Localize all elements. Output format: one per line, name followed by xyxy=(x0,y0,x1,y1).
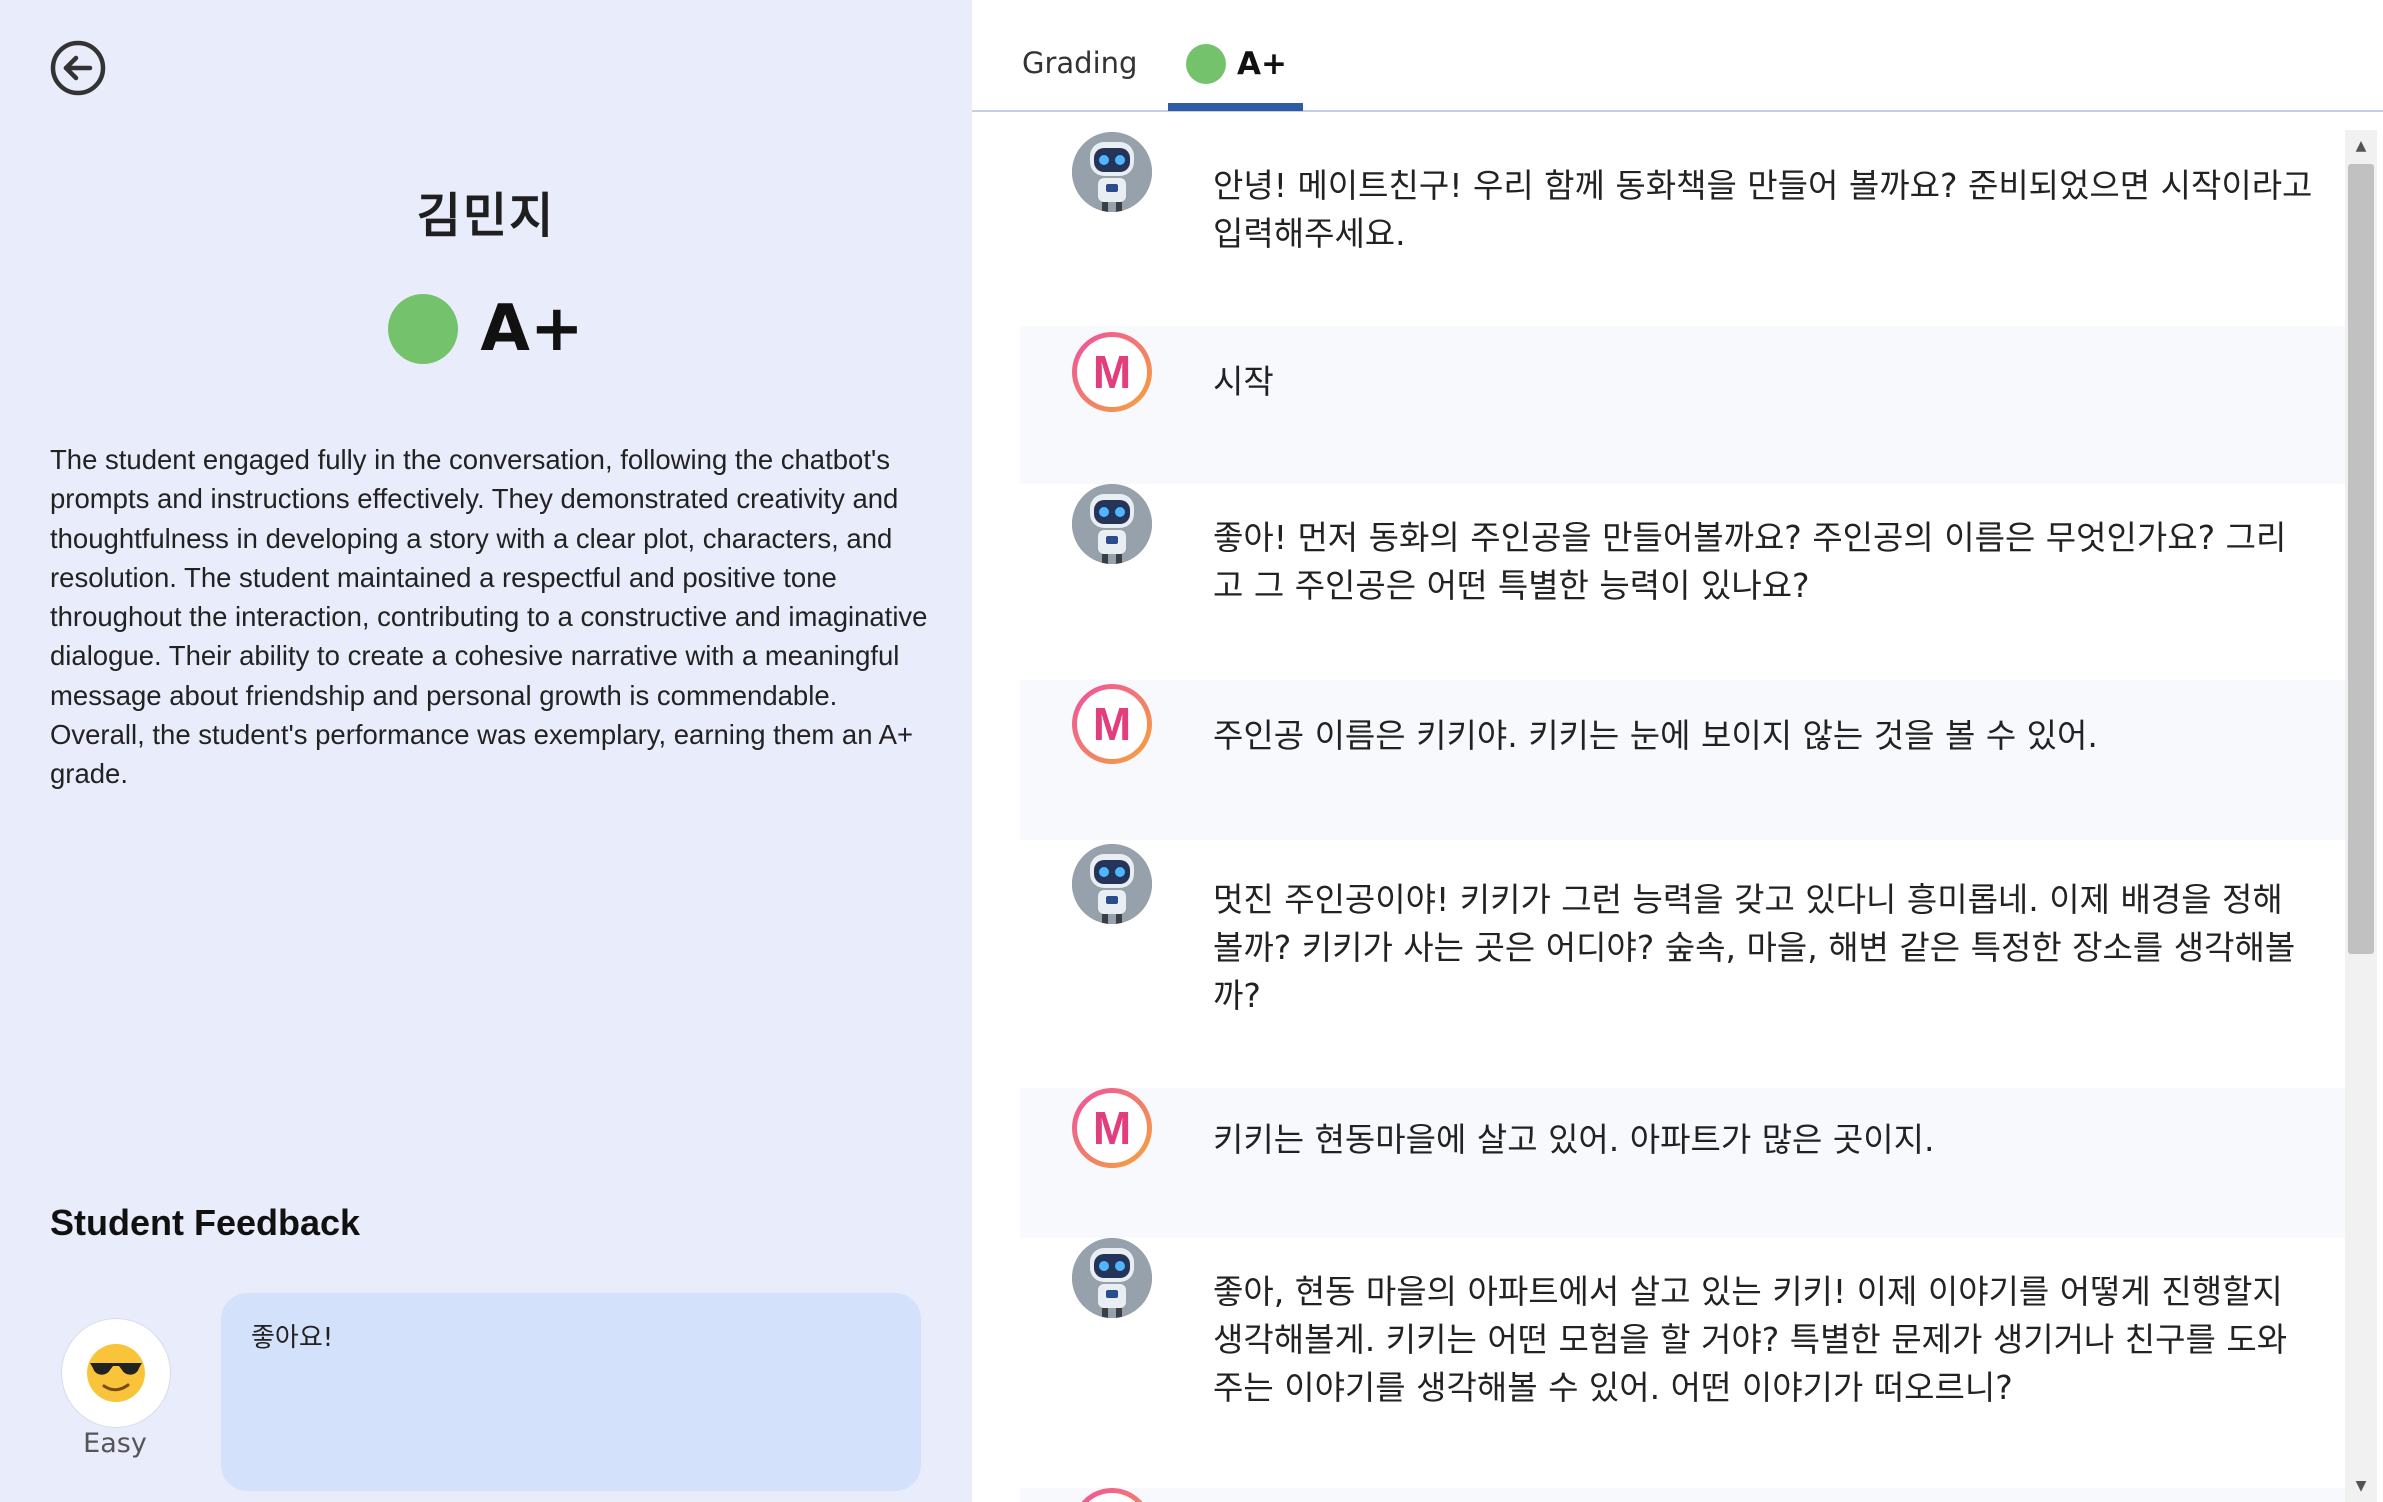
robot-icon xyxy=(1072,844,1152,924)
m-logo-icon: M xyxy=(1077,689,1147,759)
grade-status-dot xyxy=(388,294,459,364)
chat-transcript[interactable]: 안녕! 메이트친구! 우리 함께 동화책을 만들어 볼까요? 준비되었으면 시작… xyxy=(1020,130,2345,1502)
grade-tab-label: A+ xyxy=(1237,46,1287,82)
user-avatar: M xyxy=(1072,1088,1152,1168)
message-text: 좋아! 먼저 동화의 주인공을 만들어볼까요? 주인공의 이름은 무엇인가요? … xyxy=(1213,518,2287,605)
grading-summary-panel: 김민지 A+ The student engaged fully in the … xyxy=(0,0,972,1502)
chat-message-user: M 키키는 현동마을에 살고 있어. 아파트가 많은 곳이지. xyxy=(1020,1088,2345,1238)
difficulty-label: Easy xyxy=(83,1428,147,1459)
message-text: 시작 xyxy=(1213,362,1274,401)
robot-icon xyxy=(1072,484,1152,564)
user-avatar: M xyxy=(1072,332,1152,412)
chat-message-user: M 시작 xyxy=(1020,326,2345,484)
scroll-down-arrow-icon[interactable]: ▼ xyxy=(2345,1474,2377,1498)
feedback-comment-box: 좋아요! xyxy=(221,1293,921,1491)
message-text: 안녕! 메이트친구! 우리 함께 동화책을 만들어 볼까요? 준비되었으면 시작… xyxy=(1213,166,2313,253)
bot-avatar xyxy=(1072,1238,1152,1318)
bot-avatar xyxy=(1072,132,1152,212)
robot-icon xyxy=(1072,1238,1152,1318)
feedback-heading: Student Feedback xyxy=(50,1202,361,1243)
tab-bar: Grading A+ xyxy=(972,0,2383,112)
difficulty-emoji-button[interactable] xyxy=(61,1318,171,1428)
user-avatar: M xyxy=(1072,684,1152,764)
scroll-up-arrow-icon[interactable]: ▲ xyxy=(2345,134,2377,158)
bot-avatar xyxy=(1072,484,1152,564)
chat-message-user: M 주인공 이름은 키키야. 키키는 눈에 보이지 않는 것을 볼 수 있어. xyxy=(1020,680,2345,840)
sunglasses-face-icon xyxy=(87,1344,145,1402)
m-logo-icon: M xyxy=(1077,337,1147,407)
grade-display: A+ xyxy=(0,292,972,366)
bot-avatar xyxy=(1072,844,1152,924)
tab-grading[interactable]: Grading xyxy=(1022,46,1137,80)
grading-summary-text: The student engaged fully in the convers… xyxy=(50,444,928,790)
robot-icon xyxy=(1072,132,1152,212)
feedback-comment-text: 좋아요! xyxy=(251,1323,334,1353)
chat-scrollbar[interactable]: ▲ ▼ xyxy=(2345,130,2377,1502)
chat-message-bot: 좋아, 현동 마을의 아파트에서 살고 있는 키키! 이제 이야기를 어떻게 진… xyxy=(1020,1238,2345,1488)
m-logo-icon: M xyxy=(1077,1493,1147,1502)
chat-message-user: M xyxy=(1020,1488,2345,1502)
message-text: 키키는 현동마을에 살고 있어. 아파트가 많은 곳이지. xyxy=(1213,1120,1935,1159)
chat-message-bot: 멋진 주인공이야! 키키가 그런 능력을 갖고 있다니 흥미롭네. 이제 배경을… xyxy=(1020,840,2345,1088)
chat-message-bot: 좋아! 먼저 동화의 주인공을 만들어볼까요? 주인공의 이름은 무엇인가요? … xyxy=(1020,484,2345,680)
chat-message-bot: 안녕! 메이트친구! 우리 함께 동화책을 만들어 볼까요? 준비되었으면 시작… xyxy=(1020,130,2345,326)
back-button[interactable] xyxy=(49,39,107,97)
tab-grade[interactable]: A+ xyxy=(1168,0,1303,111)
message-text: 주인공 이름은 키키야. 키키는 눈에 보이지 않는 것을 볼 수 있어. xyxy=(1213,716,2098,755)
message-text: 멋진 주인공이야! 키키가 그런 능력을 갖고 있다니 흥미롭네. 이제 배경을… xyxy=(1213,880,2296,1015)
m-logo-icon: M xyxy=(1077,1093,1147,1163)
grade-tab-dot xyxy=(1186,44,1226,84)
arrow-left-circle-icon xyxy=(50,40,106,96)
student-name: 김민지 xyxy=(416,188,556,244)
scrollbar-thumb[interactable] xyxy=(2348,164,2374,954)
grade-text: A+ xyxy=(480,292,584,366)
user-avatar: M xyxy=(1072,1488,1152,1502)
active-tab-indicator xyxy=(1168,103,1303,111)
message-text: 좋아, 현동 마을의 아파트에서 살고 있는 키키! 이제 이야기를 어떻게 진… xyxy=(1213,1272,2288,1407)
